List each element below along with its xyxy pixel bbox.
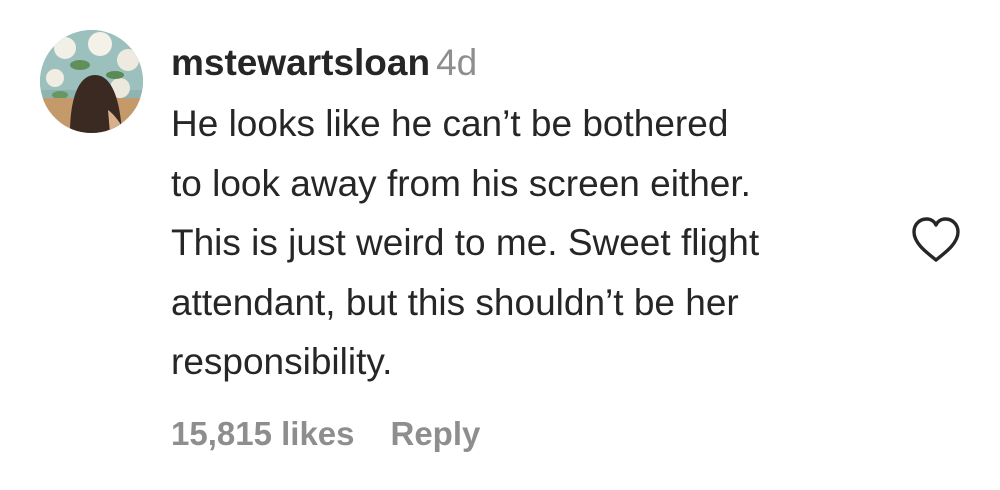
like-button[interactable]: [908, 215, 964, 265]
comment-timestamp[interactable]: 4d: [436, 42, 477, 83]
likes-count-link[interactable]: 15,815 likes: [171, 410, 355, 458]
comment-text-line: This is just weird to me. Sweet flight: [171, 222, 760, 263]
comment: mstewartsloan 4d He looks like he can’t b…: [0, 0, 1000, 490]
comment-text-line: responsibility.: [171, 341, 393, 382]
comment-header: mstewartsloan 4d: [171, 38, 891, 88]
comment-text-line: to look away from his screen either.: [171, 162, 751, 204]
avatar-photo: [40, 30, 143, 133]
comment-text: He looks like he can’t be bothered to lo…: [171, 94, 891, 392]
reply-button[interactable]: Reply: [391, 410, 481, 458]
heart-outline-icon: [912, 217, 960, 262]
comment-footer: 15,815 likes Reply: [171, 410, 480, 458]
username-link[interactable]: mstewartsloan: [171, 42, 430, 83]
comment-text-line: attendant, but this shouldn’t be her: [171, 281, 739, 323]
avatar[interactable]: [40, 30, 143, 133]
comment-body: mstewartsloan 4d He looks like he can’t b…: [171, 38, 891, 392]
comment-text-line: He looks like he can’t be bothered: [171, 103, 729, 144]
